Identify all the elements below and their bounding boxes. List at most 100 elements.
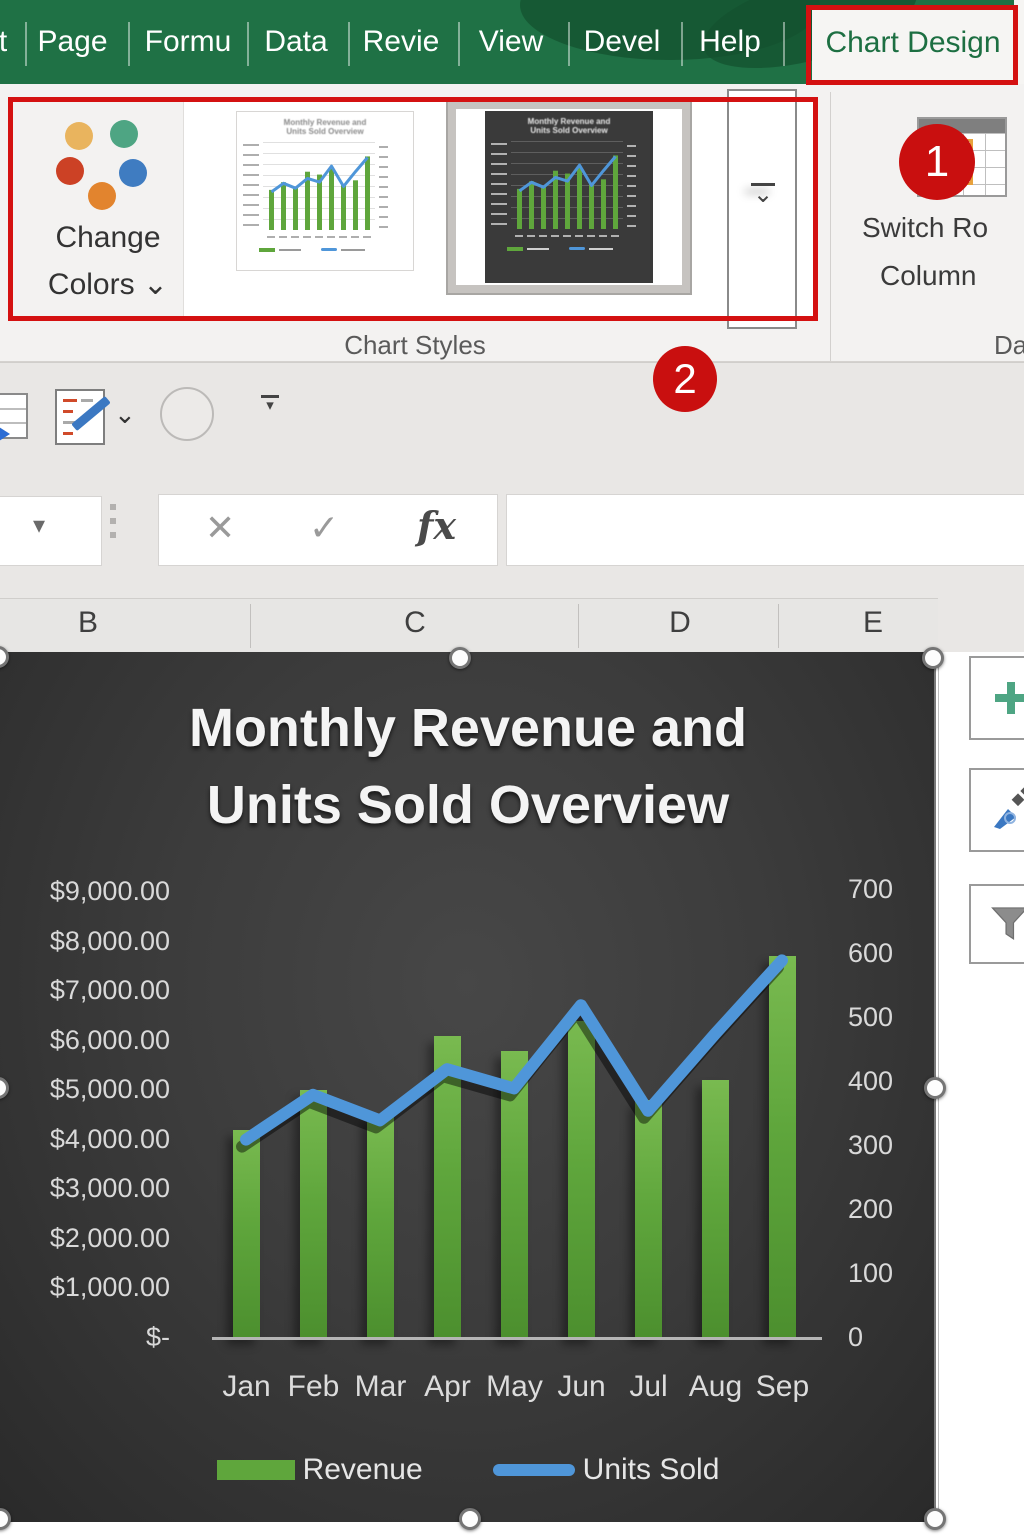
mini-legend — [259, 248, 389, 256]
selection-handle[interactable] — [449, 647, 471, 669]
mini-plot-area — [511, 141, 623, 229]
tabbar-right-background — [1014, 0, 1024, 84]
x-axis-label-aug: Aug — [688, 1370, 743, 1403]
chart-style-option-light[interactable]: Monthly Revenue and Units Sold Overview — [236, 111, 414, 271]
data-group-label: Da — [994, 330, 1024, 360]
formula-bar-row: ▾ ✕ ✓ fx — [0, 480, 1024, 572]
column-header-B[interactable]: B — [68, 606, 108, 640]
qat-chevron-icon[interactable]: ⌄ — [114, 399, 136, 430]
column-separator — [578, 604, 579, 648]
ribbon-tab-bar: t Page Formu Data Revie View Devel Help Chart De… — [0, 0, 1024, 84]
legend-swatch-bar — [216, 1460, 295, 1480]
annotation-badge-2: 2 — [653, 346, 717, 412]
tab-formu[interactable]: Formu — [133, 0, 243, 84]
tab-separator — [128, 22, 130, 66]
tab-view[interactable]: View — [462, 0, 560, 84]
change-colors-icon — [119, 159, 147, 187]
legend-swatch-line — [492, 1464, 575, 1476]
x-axis-label-sep: Sep — [755, 1370, 810, 1403]
tab-separator — [783, 22, 785, 66]
qat-customize-icon[interactable]: ▾ — [260, 395, 280, 413]
change-colors-label[interactable]: Change Colors ⌄ — [8, 214, 208, 308]
mini-chart-title: Monthly Revenue and Units Sold Overview — [527, 117, 611, 135]
column-header-C[interactable]: C — [395, 606, 435, 640]
tab-revie[interactable]: Revie — [352, 0, 450, 84]
chart-filters-button[interactable] — [969, 884, 1024, 964]
chart-legend[interactable]: Revenue Units Sold — [0, 1450, 936, 1490]
plus-icon — [995, 682, 1024, 714]
quick-toolbar-strip: ⌄ ▾ — [0, 362, 1024, 480]
name-box[interactable]: ▾ — [0, 496, 102, 566]
tab-data[interactable]: Data — [252, 0, 340, 84]
edit-form-icon[interactable] — [55, 389, 111, 445]
insert-function-icon[interactable]: fx — [417, 503, 456, 548]
tab-separator — [348, 22, 350, 66]
tab-page[interactable]: Page — [30, 0, 115, 84]
x-axis-label-jul: Jul — [629, 1370, 668, 1403]
table-tool-icon[interactable] — [0, 393, 28, 443]
mini-chart-title: Monthly Revenue and Units Sold Overview — [283, 118, 367, 136]
formula-bar-drag-handle[interactable] — [110, 504, 116, 538]
x-axis-label-may: May — [486, 1370, 543, 1403]
name-box-dropdown-icon[interactable]: ▾ — [33, 511, 45, 540]
legend-item-revenue[interactable]: Revenue — [216, 1453, 423, 1487]
sheet-background-bottom — [0, 1522, 1024, 1536]
tab-separator — [25, 22, 27, 66]
column-headers: B C D E — [0, 572, 1024, 652]
chart-area[interactable]: Monthly Revenue and Units Sold Overview … — [0, 646, 946, 1530]
legend-label: Revenue — [302, 1453, 423, 1486]
change-colors-icon — [110, 120, 138, 148]
funnel-icon — [991, 907, 1024, 940]
chart-style-option-dark-selected[interactable]: Monthly Revenue and Units Sold Overview — [446, 99, 692, 295]
tab-devel[interactable]: Devel — [572, 0, 672, 84]
selection-handle[interactable] — [924, 1508, 946, 1530]
selection-handle[interactable] — [459, 1508, 481, 1530]
x-axis-label-apr: Apr — [424, 1370, 471, 1403]
enter-icon[interactable]: ✓ — [309, 507, 339, 549]
switch-row-column-label[interactable]: Switch Ro — [862, 212, 988, 244]
tab-t[interactable]: t — [0, 0, 18, 84]
tab-separator — [681, 22, 683, 66]
tab-help[interactable]: Help — [685, 0, 775, 84]
gallery-more-button[interactable]: ⌄ — [727, 89, 797, 329]
more-styles-icon: ⌄ — [751, 181, 775, 208]
annotation-badge-1: 1 — [899, 124, 975, 200]
x-axis-line — [212, 1337, 822, 1340]
mini-chart-series — [517, 155, 618, 229]
chart-styles-gallery: Monthly Revenue and Units Sold Overview M… — [183, 98, 818, 320]
chart-elements-button[interactable] — [969, 656, 1024, 740]
formula-input[interactable] — [506, 494, 1024, 566]
change-colors-icon — [88, 182, 116, 210]
switch-row-column-label[interactable]: Column — [880, 260, 976, 292]
x-axis-label-jun: Jun — [557, 1370, 606, 1403]
column-separator — [250, 604, 251, 648]
column-separator — [778, 604, 779, 648]
tab-chart-design[interactable]: Chart Design — [812, 8, 1014, 84]
mini-legend — [507, 247, 637, 255]
ribbon-group-separator — [830, 92, 831, 382]
column-header-D[interactable]: D — [660, 606, 700, 640]
x-axis-label-feb: Feb — [287, 1370, 340, 1403]
mini-plot-area — [263, 142, 375, 230]
sheet-right-panel — [938, 652, 1024, 1536]
shape-ellipse-icon[interactable] — [160, 387, 214, 441]
legend-item-units-sold[interactable]: Units Sold — [492, 1453, 720, 1487]
blue-arrow-icon — [0, 425, 10, 443]
chart-styles-button[interactable] — [969, 768, 1024, 852]
column-header-E[interactable]: E — [853, 606, 893, 640]
cancel-icon[interactable]: ✕ — [205, 507, 235, 549]
tab-separator — [568, 22, 570, 66]
selection-handle[interactable] — [922, 647, 944, 669]
tab-separator — [458, 22, 460, 66]
ribbon: Change Colors ⌄ Monthly Revenue and Units… — [0, 84, 1024, 382]
legend-label: Units Sold — [582, 1453, 720, 1486]
sheet-background — [938, 572, 1024, 652]
tab-separator — [247, 22, 249, 66]
x-axis-label-jan: Jan — [222, 1370, 271, 1403]
selection-handle[interactable] — [924, 1077, 946, 1099]
change-colors-icon — [56, 157, 84, 185]
chart-styles-group-label: Chart Styles — [344, 330, 486, 360]
paintbrush-icon — [994, 787, 1024, 829]
formula-buttons-box: ✕ ✓ fx — [158, 494, 498, 566]
change-colors-icon — [65, 122, 93, 150]
